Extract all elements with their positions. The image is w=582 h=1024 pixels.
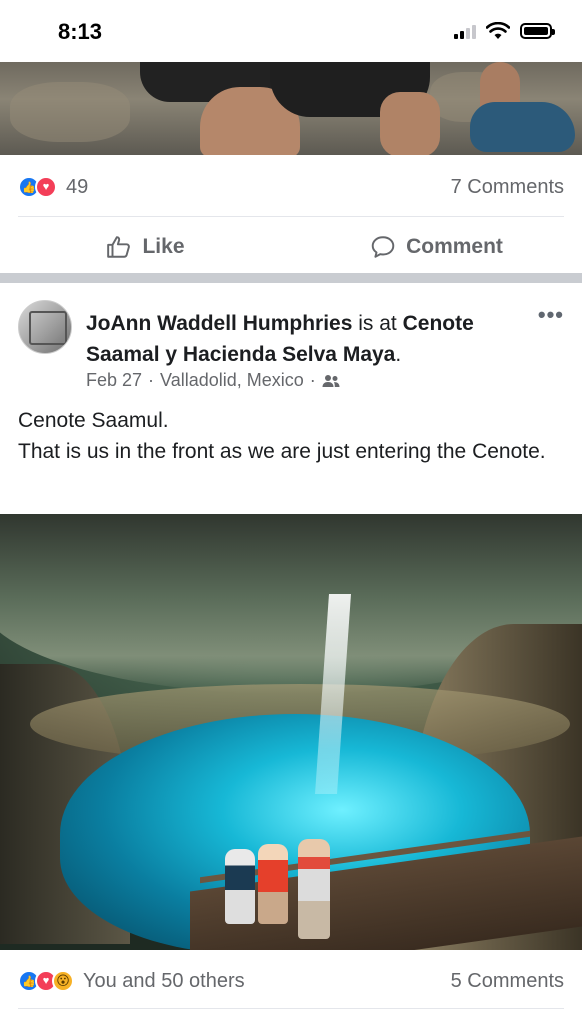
post-reactions-row: 👍 ♥ 😮 You and 50 others 5 Comments — [0, 952, 582, 1010]
post-text-line: That is us in the front as we are just e… — [18, 440, 546, 463]
reaction-summary[interactable]: 👍 ♥ 49 — [18, 176, 88, 199]
divider — [18, 1008, 564, 1009]
comments-count-link[interactable]: 7 Comments — [451, 176, 564, 199]
reaction-count: 49 — [66, 175, 89, 198]
reactions-text: You and 50 others — [83, 969, 245, 992]
divider — [18, 216, 564, 217]
meta-separator: · — [148, 370, 155, 390]
comment-bubble-icon — [371, 236, 395, 258]
more-options-icon[interactable]: ••• — [538, 302, 564, 328]
post-photo[interactable] — [0, 514, 582, 950]
status-time: 8:13 — [58, 19, 103, 44]
friends-icon — [322, 374, 340, 387]
thumbs-up-icon — [107, 236, 131, 258]
comments-count-link[interactable]: 5 Comments — [451, 970, 564, 993]
post-separator — [0, 273, 582, 283]
previous-post-reactions-row: 👍 ♥ 49 7 Comments — [0, 158, 582, 216]
post-author-line: JoAnn Waddell Humphries is at Cenote Saa… — [86, 308, 526, 370]
post-text: Cenote Saamul. That is us in the front a… — [18, 405, 564, 467]
comment-button[interactable]: Comment — [291, 234, 582, 260]
status-bar: 8:13 — [0, 0, 582, 62]
meta-separator: · — [309, 370, 316, 390]
post-text-line: Cenote Saamul. — [18, 409, 169, 432]
reaction-icons: 👍 ♥ — [18, 176, 57, 198]
author-avatar[interactable] — [18, 300, 72, 354]
post-meta: Feb 27 · Valladolid, Mexico · — [86, 370, 340, 391]
reaction-icons: 👍 ♥ 😮 — [18, 970, 74, 992]
love-reaction-icon: ♥ — [35, 176, 57, 198]
comment-label: Comment — [406, 235, 503, 258]
checkin-connector: is at — [352, 312, 403, 335]
like-button[interactable]: Like — [0, 234, 291, 260]
place-suffix: . — [395, 343, 402, 366]
like-label: Like — [142, 235, 185, 258]
post-header: JoAnn Waddell Humphries is at Cenote Saa… — [0, 296, 582, 396]
wow-reaction-icon: 😮 — [52, 970, 74, 992]
post-actions-bar: Like Comment — [0, 218, 582, 276]
status-icons — [454, 22, 555, 40]
previous-post-photo[interactable] — [0, 62, 582, 155]
reaction-summary[interactable]: 👍 ♥ 😮 You and 50 others — [18, 970, 245, 993]
battery-icon — [520, 23, 555, 39]
post-location[interactable]: Valladolid, Mexico — [160, 370, 304, 391]
post-date[interactable]: Feb 27 — [86, 370, 142, 391]
wifi-icon — [486, 22, 510, 39]
cellular-signal-icon — [454, 23, 476, 39]
author-name-link[interactable]: JoAnn Waddell Humphries — [86, 312, 352, 335]
